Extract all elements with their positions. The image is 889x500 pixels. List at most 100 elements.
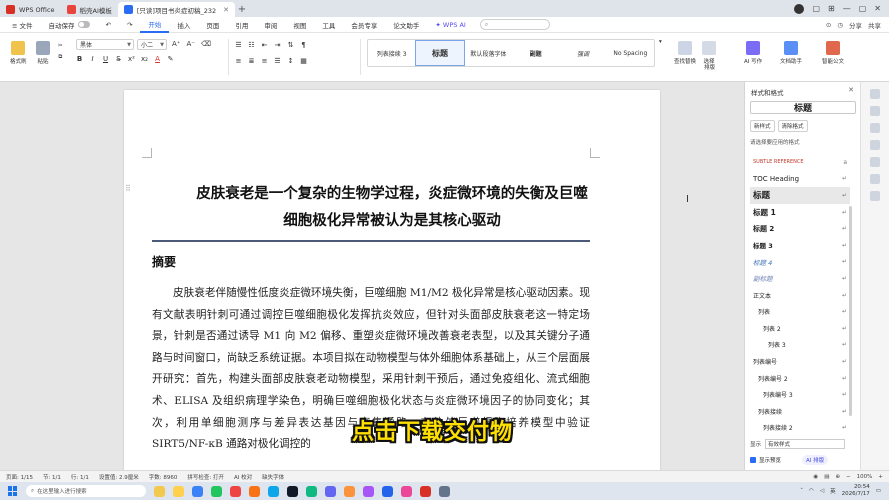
history-icon[interactable]: ◷ bbox=[837, 21, 843, 29]
translate-icon[interactable] bbox=[870, 157, 880, 167]
collaborate-button[interactable]: 共享 bbox=[868, 20, 881, 30]
style-list-item[interactable]: 副标题 ↵ bbox=[750, 270, 850, 287]
style-default-paragraph-font[interactable]: 默认段落字体 bbox=[465, 40, 512, 66]
clear-format-icon[interactable]: ⌫ bbox=[201, 40, 211, 48]
font-color-button[interactable]: A bbox=[154, 55, 161, 63]
style-list-item[interactable]: 列表接续 2 ↵ bbox=[750, 420, 850, 437]
ai-proofread-button[interactable]: AI 校对 bbox=[234, 473, 252, 481]
page-count[interactable]: 页面: 1/15 bbox=[6, 473, 33, 481]
search-input[interactable]: ⌕ bbox=[479, 19, 550, 30]
tab-current-document[interactable]: [只读]项目书炎症初稿_232 ✕ bbox=[117, 2, 235, 17]
ai-copilot-icon[interactable] bbox=[154, 485, 165, 497]
style-list-continue-3[interactable]: 列表接续 3 bbox=[368, 40, 415, 66]
tab-docer-templates[interactable]: 稻壳AI模板 bbox=[61, 2, 118, 17]
file-explorer-icon[interactable] bbox=[173, 485, 184, 497]
app-icon[interactable] bbox=[401, 485, 412, 497]
share-icon[interactable] bbox=[870, 174, 880, 184]
chevron-up-icon[interactable]: ˄ bbox=[800, 488, 803, 494]
align-right-icon[interactable]: ≡ bbox=[261, 57, 268, 65]
minimize-button[interactable]: — bbox=[843, 4, 851, 13]
style-list-item[interactable]: 标题 ↵ bbox=[750, 187, 850, 204]
taskbar-search-input[interactable]: ⌕ 在这里输入进行搜索 bbox=[26, 485, 146, 497]
shrink-font-icon[interactable]: A⁻ bbox=[186, 40, 194, 48]
zoom-out-icon[interactable]: − bbox=[846, 474, 851, 480]
decrease-indent-icon[interactable]: ⇤ bbox=[261, 41, 268, 49]
find-replace-button[interactable]: 查找替换 bbox=[674, 41, 696, 65]
ai-write-button[interactable]: AI 写作 bbox=[744, 41, 762, 65]
style-list-item[interactable]: 列表编号 2 ↵ bbox=[750, 370, 850, 387]
align-left-icon[interactable]: ≡ bbox=[235, 57, 242, 65]
style-list-item[interactable]: 列表编号 3 ↵ bbox=[750, 386, 850, 403]
app-icon[interactable] bbox=[230, 485, 241, 497]
zoom-in-icon[interactable]: + bbox=[878, 474, 883, 480]
menu-insert[interactable]: 插入 bbox=[169, 17, 198, 33]
input-language[interactable]: 英 bbox=[830, 487, 836, 495]
shading-icon[interactable]: ▦ bbox=[300, 57, 307, 65]
menu-tools[interactable]: 工具 bbox=[314, 17, 343, 33]
subscript-icon[interactable]: x₂ bbox=[141, 55, 148, 63]
justify-icon[interactable]: ☰ bbox=[274, 57, 281, 65]
style-list-item[interactable]: 标题 4 ↵ bbox=[750, 254, 850, 271]
browser-icon[interactable] bbox=[192, 485, 203, 497]
select-cursor-icon[interactable] bbox=[870, 123, 880, 133]
app-icon[interactable] bbox=[325, 485, 336, 497]
windows-start-icon[interactable] bbox=[8, 486, 18, 496]
show-marks-icon[interactable]: ¶ bbox=[300, 41, 307, 49]
style-list-item[interactable]: 正文本 ↵ bbox=[750, 287, 850, 304]
add-tab-button[interactable]: + bbox=[235, 2, 249, 17]
app-icon[interactable] bbox=[344, 485, 355, 497]
style-list-item[interactable]: 标题 3 ↵ bbox=[750, 237, 850, 254]
style-list-item[interactable]: 列表接续 ↵ bbox=[750, 403, 850, 420]
app-icon[interactable] bbox=[439, 485, 450, 497]
current-style-field[interactable]: 标题 bbox=[750, 101, 856, 114]
close-window-button[interactable]: ✕ bbox=[874, 4, 881, 13]
copy-icon[interactable]: ⧉ bbox=[58, 54, 62, 61]
spell-check-status[interactable]: 拼写检查: 打开 bbox=[187, 473, 224, 481]
share-button[interactable]: 分享 bbox=[849, 20, 862, 30]
app-icon[interactable] bbox=[382, 485, 393, 497]
line-spacing-icon[interactable]: ↕ bbox=[287, 57, 294, 65]
wps-taskbar-icon[interactable] bbox=[420, 485, 431, 497]
increase-indent-icon[interactable]: ⇥ bbox=[274, 41, 281, 49]
bold-button[interactable]: B bbox=[76, 55, 83, 63]
italic-button[interactable]: I bbox=[89, 55, 96, 63]
wechat-icon[interactable] bbox=[211, 485, 222, 497]
abstract-heading[interactable]: 摘要 bbox=[152, 253, 176, 270]
redo-icon[interactable]: ↷ bbox=[119, 17, 140, 33]
app-icon[interactable] bbox=[249, 485, 260, 497]
menu-review[interactable]: 审阅 bbox=[256, 17, 285, 33]
ai-layout-button[interactable]: AI 排版 bbox=[802, 455, 829, 465]
new-style-button[interactable]: 新样式 bbox=[750, 120, 775, 132]
web-view-icon[interactable]: ⊕ bbox=[835, 474, 840, 480]
bullet-list-icon[interactable]: ☰ bbox=[235, 41, 242, 49]
menu-references[interactable]: 引用 bbox=[227, 17, 256, 33]
show-filter-select[interactable]: 有效样式 bbox=[765, 439, 846, 449]
underline-button[interactable]: U bbox=[102, 55, 109, 63]
settings-icon[interactable] bbox=[870, 191, 880, 201]
format-painter-button[interactable]: 格式刷 bbox=[10, 41, 27, 65]
style-emphasis[interactable]: 强调 bbox=[559, 40, 606, 66]
style-list-item[interactable]: 列表 ↵ bbox=[750, 303, 850, 320]
maximize-button[interactable]: ▢ bbox=[859, 4, 867, 13]
style-list-item[interactable]: SUBTLE REFERENCE a bbox=[750, 154, 850, 171]
menu-thesis-assistant[interactable]: 论文助手 bbox=[385, 17, 427, 33]
style-subtitle[interactable]: 副题 bbox=[512, 40, 559, 66]
font-size-select[interactable]: 小二 ▼ bbox=[137, 39, 167, 50]
select-button[interactable]: 选择 bbox=[702, 41, 716, 65]
style-list-item[interactable]: 标题 1 ↵ bbox=[750, 204, 850, 221]
page-view-icon[interactable]: ▤ bbox=[824, 474, 829, 480]
clock[interactable]: 20:54 2026/7/17 bbox=[842, 484, 870, 498]
align-center-icon[interactable]: ≣ bbox=[248, 57, 255, 65]
undo-icon[interactable]: ↶ bbox=[98, 17, 119, 33]
sort-icon[interactable]: ⇅ bbox=[287, 41, 294, 49]
notification-icon[interactable]: ▭ bbox=[876, 488, 881, 494]
style-list-item[interactable]: 标题 2 ↵ bbox=[750, 220, 850, 237]
grow-font-icon[interactable]: A⁺ bbox=[172, 40, 180, 48]
menu-home[interactable]: 开始 bbox=[140, 17, 170, 33]
paste-button[interactable]: 粘贴 bbox=[36, 41, 50, 65]
document-page[interactable]: 皮肤衰老是一个复杂的生物学过程，炎症微环境的失衡及巨噬 细胞极化异常被认为是其核… bbox=[124, 90, 660, 470]
layout-button[interactable]: 排版 bbox=[704, 63, 715, 71]
wifi-icon[interactable]: ◠ bbox=[809, 488, 814, 494]
menu-view[interactable]: 视图 bbox=[285, 17, 314, 33]
info-icon[interactable]: ⊙ bbox=[826, 21, 831, 29]
